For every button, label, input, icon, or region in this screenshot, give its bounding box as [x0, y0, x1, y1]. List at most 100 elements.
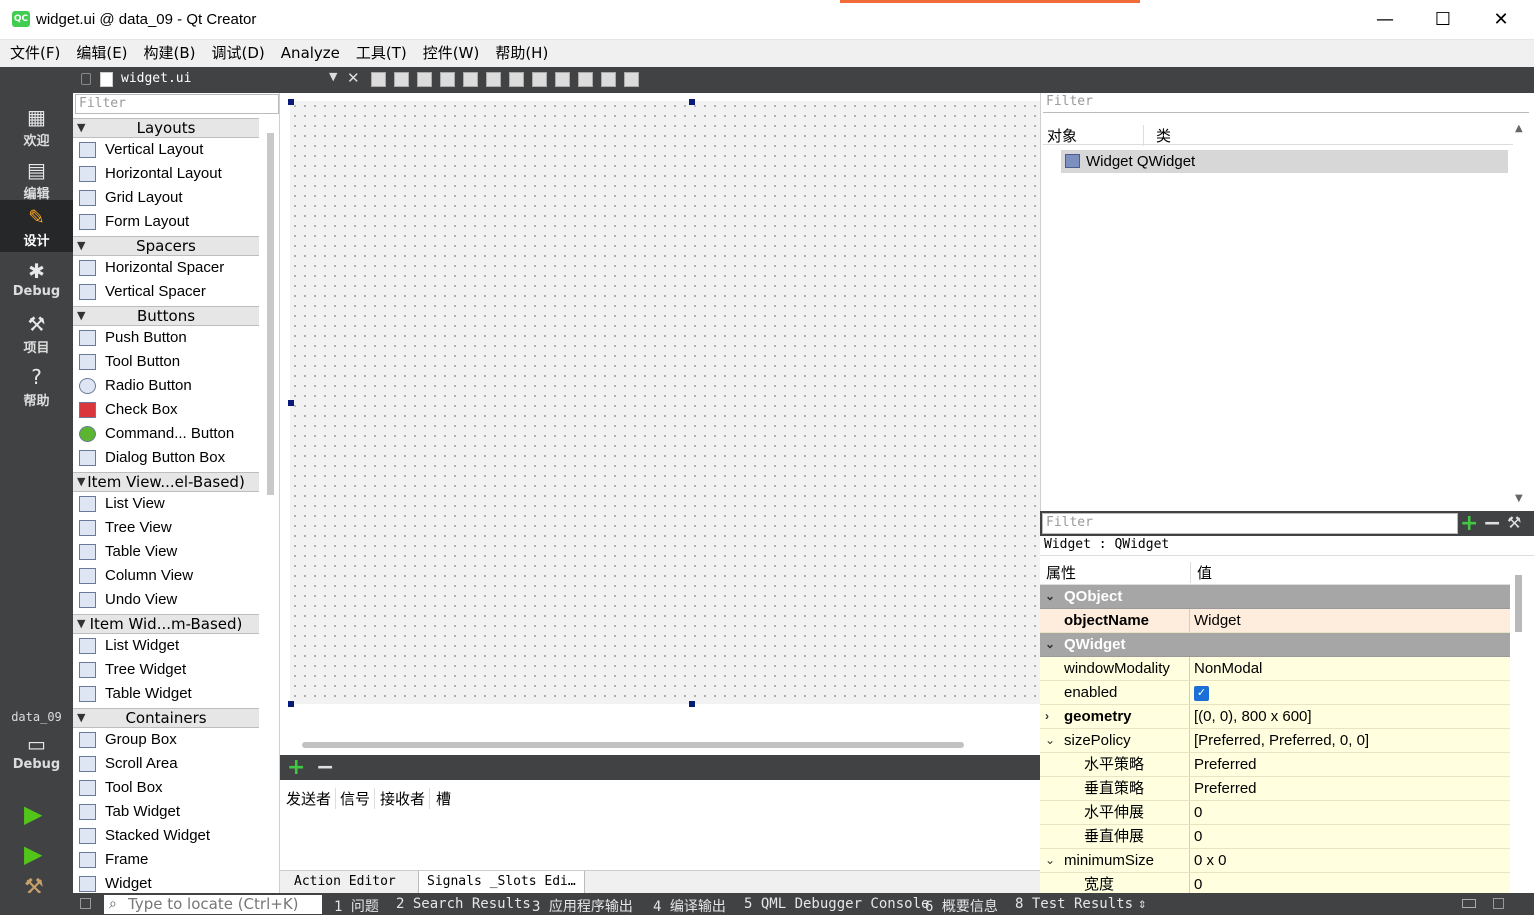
- menu-widgets[interactable]: 控件(W): [415, 40, 488, 67]
- property-enabled[interactable]: enabled ✓: [1040, 681, 1510, 705]
- widget-vertical-layout[interactable]: Vertical Layout: [73, 138, 259, 162]
- widget-horizontal-spacer[interactable]: Horizontal Spacer: [73, 256, 259, 280]
- scroll-down-icon[interactable]: ▼: [1515, 493, 1523, 504]
- object-row-widget[interactable]: Widget QWidget: [1061, 150, 1508, 173]
- category-spacers[interactable]: ▼ Spacers: [73, 236, 259, 256]
- widget-radio-button[interactable]: Radio Button: [73, 374, 259, 398]
- menu-analyze[interactable]: Analyze: [273, 40, 348, 67]
- menu-help[interactable]: 帮助(H): [487, 40, 556, 67]
- edit-widgets-icon[interactable]: [371, 72, 386, 87]
- property-value[interactable]: 0: [1190, 801, 1508, 824]
- locator-input[interactable]: ⌕ Type to locate (Ctrl+K): [104, 895, 322, 914]
- output-compile[interactable]: 4 编译输出: [653, 896, 726, 915]
- widgetbox-scrollbar[interactable]: [267, 133, 274, 495]
- menu-edit[interactable]: 编辑(E): [68, 40, 135, 67]
- canvas-horizontal-scrollbar[interactable]: [302, 742, 964, 748]
- widget-form-layout[interactable]: Form Layout: [73, 210, 259, 234]
- resize-handle[interactable]: [689, 99, 695, 105]
- maximize-button[interactable]: ☐: [1414, 0, 1472, 40]
- layout-vertical-icon[interactable]: [486, 72, 501, 87]
- edit-buddies-icon[interactable]: [417, 72, 432, 87]
- widget-tree-widget[interactable]: Tree Widget: [73, 658, 259, 682]
- edit-tab-order-icon[interactable]: [440, 72, 455, 87]
- property-filter-input[interactable]: Filter: [1042, 513, 1458, 534]
- mode-welcome[interactable]: ▦ 欢迎: [0, 100, 73, 152]
- property-hpolicy[interactable]: 水平策略 Preferred: [1040, 753, 1510, 777]
- category-item-widgets[interactable]: ▼ Item Wid...m-Based): [73, 614, 259, 634]
- widget-dialog-button-box[interactable]: Dialog Button Box: [73, 446, 259, 470]
- property-windowmodality[interactable]: windowModality NonModal: [1040, 657, 1510, 681]
- property-objectname[interactable]: objectName Widget: [1040, 609, 1510, 633]
- chevron-down-icon[interactable]: ▼: [329, 70, 337, 83]
- category-layouts[interactable]: ▼ Layouts: [73, 118, 259, 138]
- minimize-button[interactable]: —: [1356, 0, 1414, 40]
- category-buttons[interactable]: ▼ Buttons: [73, 306, 259, 326]
- mode-design[interactable]: ✎ 设计: [0, 200, 73, 252]
- category-item-views[interactable]: ▼ Item View...el-Based): [73, 472, 259, 492]
- run-icon[interactable]: ▶: [24, 800, 42, 828]
- property-value[interactable]: 0: [1190, 825, 1508, 848]
- property-vpolicy[interactable]: 垂直策略 Preferred: [1040, 777, 1510, 801]
- object-inspector-scrollbar[interactable]: ▲ ▼: [1513, 123, 1529, 508]
- layout-horizontal-icon[interactable]: [463, 72, 478, 87]
- configure-wrench-icon[interactable]: ⚒: [1507, 513, 1521, 532]
- scroll-up-icon[interactable]: ▲: [1515, 123, 1523, 134]
- widget-group-box[interactable]: Group Box: [73, 728, 259, 752]
- layout-grid-icon[interactable]: [578, 72, 593, 87]
- toggle-sidebar-icon[interactable]: [80, 898, 91, 909]
- edit-signals-icon[interactable]: [394, 72, 409, 87]
- widgetbox-filter-input[interactable]: Filter: [75, 94, 279, 114]
- widget-column-view[interactable]: Column View: [73, 564, 259, 588]
- output-toggle-icon[interactable]: ⇕: [1138, 896, 1146, 912]
- widget-tool-box[interactable]: Tool Box: [73, 776, 259, 800]
- progress-details-icon[interactable]: [1462, 899, 1476, 908]
- remove-connection-icon[interactable]: −: [316, 755, 334, 780]
- widget-horizontal-layout[interactable]: Horizontal Layout: [73, 162, 259, 186]
- widget-tree-view[interactable]: Tree View: [73, 516, 259, 540]
- property-hstretch[interactable]: 水平伸展 0: [1040, 801, 1510, 825]
- chevron-right-icon[interactable]: ›: [1045, 705, 1049, 728]
- chevron-down-icon[interactable]: ⌄: [1045, 849, 1055, 872]
- widget-table-view[interactable]: Table View: [73, 540, 259, 564]
- break-layout-icon[interactable]: [601, 72, 616, 87]
- property-minimumsize[interactable]: ⌄ minimumSize 0 x 0: [1040, 849, 1510, 873]
- output-qml-debugger[interactable]: 5 QML Debugger Console: [744, 896, 929, 912]
- resize-handle[interactable]: [288, 99, 294, 105]
- widget-tab-widget[interactable]: Tab Widget: [73, 800, 259, 824]
- widget-scroll-area[interactable]: Scroll Area: [73, 752, 259, 776]
- property-value[interactable]: [(0, 0), 800 x 600]: [1190, 705, 1508, 728]
- layout-v-splitter-icon[interactable]: [532, 72, 547, 87]
- kit-selector[interactable]: ▭ Debug: [0, 727, 73, 779]
- property-value[interactable]: NonModal: [1190, 657, 1508, 680]
- widget-push-button[interactable]: Push Button: [73, 326, 259, 350]
- property-value[interactable]: 0: [1190, 873, 1508, 893]
- property-group-qobject[interactable]: ⌄ QObject: [1040, 585, 1510, 609]
- widget-vertical-spacer[interactable]: Vertical Spacer: [73, 280, 259, 304]
- widget-stacked-widget[interactable]: Stacked Widget: [73, 824, 259, 848]
- property-value[interactable]: Preferred: [1190, 753, 1508, 776]
- widget-widget[interactable]: Widget: [73, 872, 259, 893]
- resize-handle[interactable]: [689, 701, 695, 707]
- object-filter-input[interactable]: Filter: [1043, 93, 1529, 113]
- mode-debug[interactable]: ✱ Debug: [0, 254, 73, 306]
- property-value[interactable]: Preferred: [1190, 777, 1508, 800]
- property-value[interactable]: [Preferred, Preferred, 0, 0]: [1190, 729, 1508, 752]
- toggle-output-icon[interactable]: [1493, 898, 1504, 909]
- remove-dynamic-property-icon[interactable]: −: [1483, 511, 1501, 536]
- mode-projects[interactable]: ⚒ 项目: [0, 307, 73, 359]
- debug-run-icon[interactable]: ▶: [24, 840, 42, 868]
- output-search-results[interactable]: 2 Search Results: [396, 896, 531, 912]
- widget-check-box[interactable]: Check Box: [73, 398, 259, 422]
- menu-file[interactable]: 文件(F): [0, 40, 68, 67]
- widget-list-view[interactable]: List View: [73, 492, 259, 516]
- property-value[interactable]: Widget: [1190, 609, 1508, 632]
- output-issues[interactable]: 1 问题: [334, 896, 379, 915]
- tab-action-editor[interactable]: Action Editor: [286, 871, 404, 894]
- resize-handle[interactable]: [288, 400, 294, 406]
- resize-handle[interactable]: [288, 701, 294, 707]
- tab-signals-slots-editor[interactable]: Signals _Slots Edi…: [418, 871, 585, 894]
- form-widget[interactable]: [290, 101, 1040, 704]
- property-vstretch[interactable]: 垂直伸展 0: [1040, 825, 1510, 849]
- widget-table-widget[interactable]: Table Widget: [73, 682, 259, 706]
- close-window-button[interactable]: ✕: [1472, 0, 1530, 40]
